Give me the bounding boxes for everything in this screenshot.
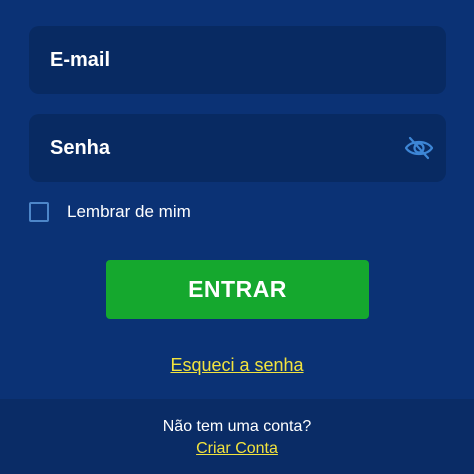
eye-slash-icon[interactable]: [404, 134, 434, 162]
password-input[interactable]: [29, 114, 446, 182]
email-input[interactable]: [29, 26, 446, 94]
password-field-container: [29, 114, 446, 182]
signup-footer: Não tem uma conta? Criar Conta: [0, 399, 474, 474]
forgot-password-link[interactable]: Esqueci a senha: [170, 355, 303, 375]
remember-me-label: Lembrar de mim: [67, 202, 191, 221]
login-button[interactable]: ENTRAR: [106, 260, 369, 319]
create-account-link[interactable]: Criar Conta: [196, 440, 278, 458]
remember-me-toggle[interactable]: Lembrar de mim: [29, 200, 191, 224]
email-field-container: [29, 26, 446, 94]
forgot-password-row: Esqueci a senha: [0, 355, 474, 376]
remember-me-checkbox[interactable]: [29, 202, 49, 222]
signup-prompt: Não tem uma conta?: [162, 418, 312, 435]
